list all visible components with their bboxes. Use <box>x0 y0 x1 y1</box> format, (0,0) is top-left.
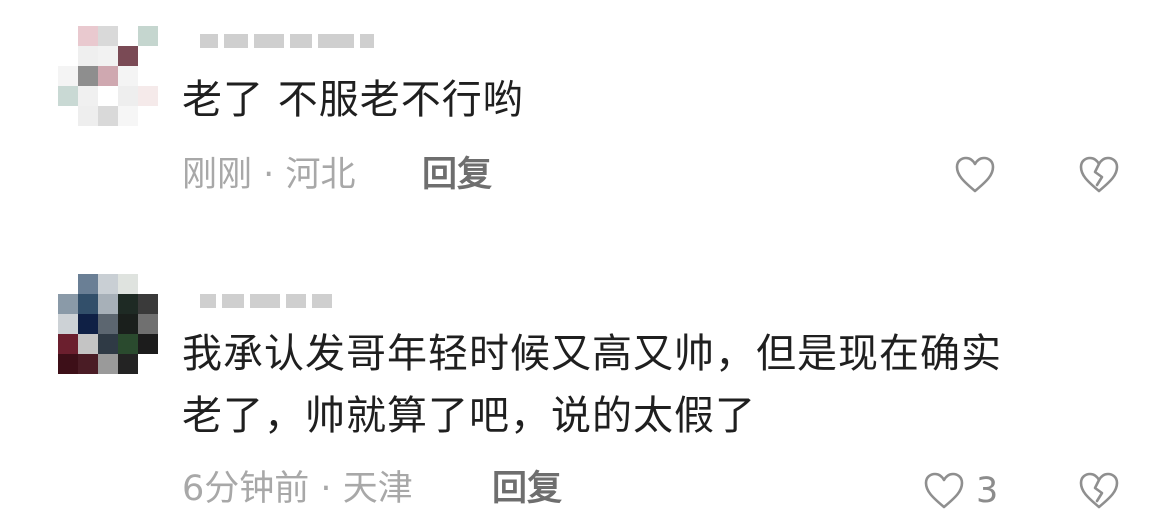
avatar-pixel <box>58 314 78 334</box>
avatar-pixel <box>58 354 78 374</box>
avatar-pixel <box>118 274 138 294</box>
comment-text-line-1: 我承认发哥年轻时候又高又帅，但是现在确实 <box>182 331 1002 377</box>
meta-separator: · <box>320 469 332 509</box>
avatar-pixel <box>78 334 98 354</box>
broken-heart-icon[interactable] <box>1077 469 1121 513</box>
avatar-pixel <box>98 354 118 374</box>
avatar-pixel <box>58 274 78 294</box>
avatar-pixel <box>78 314 98 334</box>
avatar[interactable] <box>58 274 158 374</box>
comment-time: 6分钟前 <box>182 469 310 509</box>
avatar-pixel <box>138 294 158 314</box>
comment-item: 我承认发哥年轻时候又高又帅，但是现在确实 老了，帅就算了吧，说的太假了 6分钟前… <box>0 0 1170 527</box>
avatar-pixel <box>98 314 118 334</box>
heart-outline-icon[interactable] <box>922 469 966 513</box>
avatar-pixel <box>78 354 98 374</box>
avatar-pixel <box>98 334 118 354</box>
avatar-pixel <box>138 334 158 354</box>
like-count: 3 <box>976 471 999 511</box>
username-obscured[interactable] <box>200 292 332 310</box>
avatar-pixel <box>58 334 78 354</box>
avatar-pixel <box>78 294 98 314</box>
avatar-pixel <box>138 354 158 374</box>
comment-location: 天津 <box>342 469 413 509</box>
avatar-pixel <box>118 354 138 374</box>
comment-meta: 6分钟前 · 天津 <box>182 467 413 511</box>
comment-text-line-2: 老了，帅就算了吧，说的太假了 <box>182 393 756 439</box>
avatar-pixel <box>118 294 138 314</box>
reply-button[interactable]: 回复 <box>492 467 562 511</box>
avatar-pixel <box>138 314 158 334</box>
avatar-pixel <box>118 334 138 354</box>
avatar-pixel <box>98 274 118 294</box>
avatar-pixel <box>78 274 98 294</box>
avatar-pixel <box>58 294 78 314</box>
avatar-pixel <box>138 274 158 294</box>
avatar-pixel <box>118 314 138 334</box>
avatar-pixel <box>98 294 118 314</box>
